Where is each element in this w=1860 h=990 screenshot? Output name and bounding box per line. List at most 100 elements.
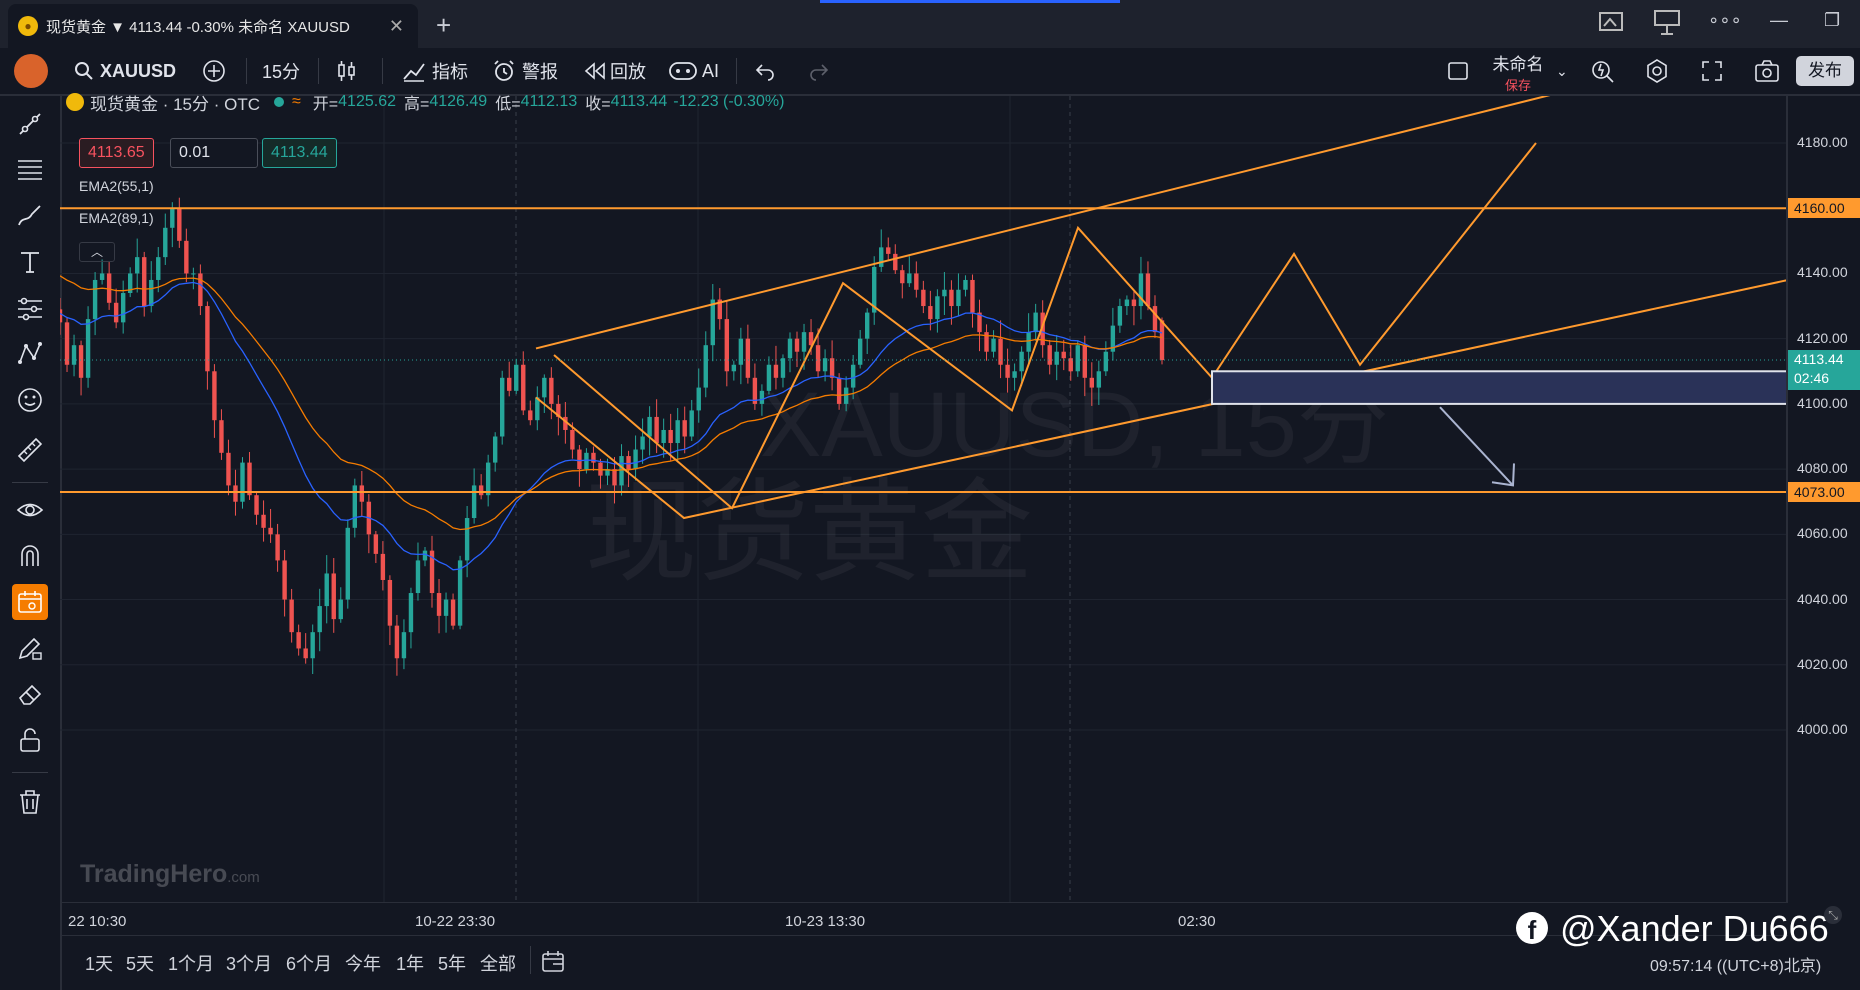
pattern-tool[interactable] <box>12 290 48 326</box>
browser-tab[interactable]: ● 现货黄金 ▼ 4113.44 -0.30% 未命名 XAUUSD ✕ <box>8 4 418 48</box>
range-3m[interactable]: 3个月 <box>226 950 272 976</box>
range-1y[interactable]: 1年 <box>396 950 424 976</box>
publish-button[interactable]: 发布 <box>1796 56 1854 86</box>
candle-body <box>633 449 638 470</box>
drawing-toolbar <box>0 96 62 990</box>
focus-indicator <box>820 0 1120 3</box>
new-tab-button[interactable]: + <box>436 10 451 41</box>
chevron-down-icon[interactable]: ⌄ <box>1556 48 1568 94</box>
minimize-icon[interactable]: — <box>1770 10 1788 31</box>
chart-toolbar: XAUUSD 15分 指标 警报 回放 AI 未命名 保存 ⌄ 发布 <box>0 48 1860 96</box>
calendar-tool[interactable] <box>12 584 48 620</box>
candle-body <box>970 279 975 313</box>
layout-name[interactable]: 未命名 保存 <box>1490 50 1546 94</box>
price-chart[interactable]: XAUUSD, 15分 现货黄金 <box>60 96 1788 902</box>
candle-body <box>647 416 652 437</box>
date-range-icon[interactable] <box>540 948 566 974</box>
quick-search-button[interactable] <box>1590 48 1616 94</box>
projection-tool[interactable] <box>12 336 48 372</box>
hide-drawings-tool[interactable] <box>12 492 48 528</box>
brush-tool[interactable] <box>12 198 48 234</box>
replay-button[interactable]: 回放 <box>584 48 646 94</box>
range-6m[interactable]: 6个月 <box>286 950 332 976</box>
down-arrow-line[interactable] <box>1439 406 1514 487</box>
channel-upper-line[interactable] <box>535 96 1580 350</box>
undo-button[interactable] <box>754 48 776 94</box>
candle-body <box>1145 273 1151 307</box>
time-axis-settings-icon[interactable]: ⤡ <box>1824 906 1842 924</box>
fib-tool[interactable] <box>12 152 48 188</box>
layout-icon[interactable] <box>1652 8 1682 36</box>
restore-icon[interactable]: ❐ <box>1824 10 1840 31</box>
measure-tool[interactable] <box>12 432 48 468</box>
alerts-button[interactable]: 警报 <box>492 48 558 94</box>
add-symbol-button[interactable] <box>202 48 226 94</box>
quick-search-icon <box>1592 61 1614 83</box>
chart-pane[interactable]: XAUUSD, 15分 现货黄金 现货黄金 · 15分 · OTC ≈ 开= 41… <box>60 93 1788 902</box>
candle-body <box>394 625 400 659</box>
candle-body <box>149 279 154 307</box>
candle-body <box>570 429 575 450</box>
range-all[interactable]: 全部 <box>480 950 516 976</box>
save-label[interactable]: 保存 <box>1490 75 1546 94</box>
candle-body <box>850 364 856 388</box>
text-tool[interactable] <box>12 244 48 280</box>
candle-body <box>478 485 484 496</box>
layout-select-button[interactable] <box>1446 48 1470 94</box>
emoji-tool[interactable] <box>12 382 48 418</box>
candle-body <box>675 420 680 444</box>
candle-body <box>240 462 245 502</box>
range-ytd[interactable]: 今年 <box>345 950 381 976</box>
range-1d[interactable]: 1天 <box>85 950 113 976</box>
sell-button[interactable]: 4113.65 <box>79 138 154 168</box>
collapse-legend-button[interactable]: ︿ <box>79 242 115 262</box>
horizontal-lines-icon <box>18 160 42 180</box>
divider <box>736 58 737 84</box>
chart-legend: 现货黄金 · 15分 · OTC ≈ 开= 4125.62 高= 4126.49 低… <box>66 90 784 114</box>
avatar[interactable] <box>14 54 48 88</box>
range-5d[interactable]: 5天 <box>126 950 154 976</box>
magnet-tool[interactable] <box>12 538 48 574</box>
pencil-lock-icon <box>18 637 42 660</box>
trend-line-tool[interactable] <box>12 106 48 142</box>
candle-body <box>471 485 477 519</box>
candle-body <box>78 345 84 378</box>
supply-zone-box[interactable] <box>1211 370 1788 405</box>
settings-button[interactable] <box>1644 48 1670 94</box>
candle-body <box>1089 377 1095 388</box>
magnet-icon <box>21 545 39 566</box>
candle-body <box>928 306 933 320</box>
candle-body <box>1054 351 1059 365</box>
close-tab-icon[interactable]: ✕ <box>389 16 404 37</box>
open-value: 4125.62 <box>338 93 396 110</box>
candle-body <box>801 332 807 352</box>
smiley-icon <box>18 388 42 412</box>
chart-type-button[interactable] <box>336 48 358 94</box>
more-icon[interactable]: ∘∘∘ <box>1708 10 1742 31</box>
ai-button[interactable]: AI <box>668 48 719 94</box>
symbol-search[interactable]: XAUUSD <box>74 48 176 94</box>
candle-body <box>254 495 259 515</box>
screenshot-mode-icon[interactable] <box>1598 10 1626 34</box>
fullscreen-button[interactable] <box>1700 48 1724 94</box>
range-1m[interactable]: 1个月 <box>168 950 214 976</box>
close-value: 4113.44 <box>610 93 668 110</box>
eraser-tool[interactable] <box>12 676 48 712</box>
interval-button[interactable]: 15分 <box>262 48 300 94</box>
buy-button[interactable]: 4113.44 <box>262 138 337 168</box>
candle-body <box>60 309 63 323</box>
eye-icon <box>16 503 44 517</box>
quantity-input[interactable]: 0.01 <box>170 138 258 168</box>
candle-body <box>1005 364 1010 378</box>
delete-tool[interactable] <box>12 784 48 820</box>
indicators-button[interactable]: 指标 <box>402 48 468 94</box>
lock-all-tool[interactable] <box>12 722 48 758</box>
range-5y[interactable]: 5年 <box>438 950 466 976</box>
candle-body <box>156 257 161 280</box>
lock-drawing-tool[interactable] <box>12 630 48 666</box>
snapshot-button[interactable] <box>1754 48 1780 94</box>
ema89-label[interactable]: EMA2(89,1) <box>79 210 154 226</box>
redo-button[interactable] <box>808 48 830 94</box>
clock[interactable]: 09:57:14 ((UTC+8)北京) <box>1650 952 1821 976</box>
ema55-label[interactable]: EMA2(55,1) <box>79 178 154 194</box>
